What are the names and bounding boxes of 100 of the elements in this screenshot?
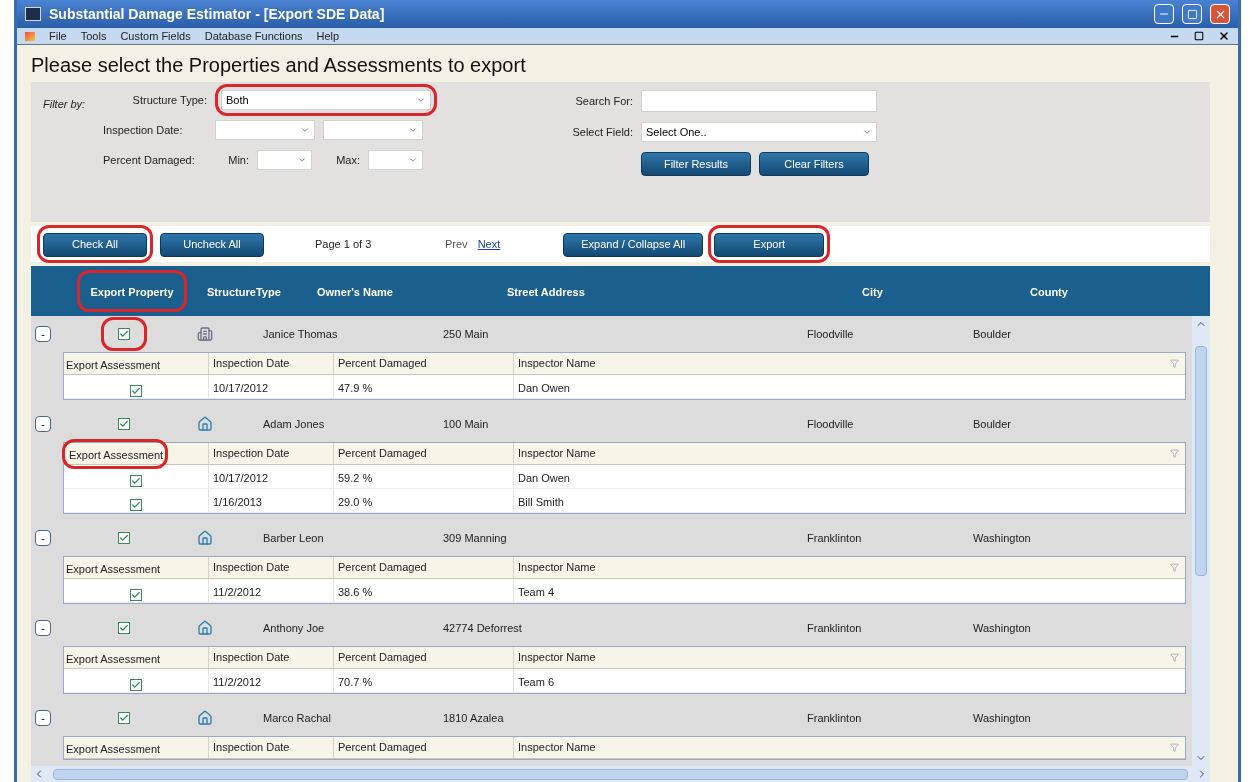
subcolumn-header[interactable]: Inspection Date xyxy=(209,355,290,372)
collapse-button[interactable]: - xyxy=(35,620,51,636)
search-field[interactable] xyxy=(641,90,877,112)
collapse-button[interactable]: - xyxy=(35,326,51,342)
subcolumn-header[interactable]: Inspector Name xyxy=(514,355,596,372)
action-button[interactable]: Expand / Collapse All xyxy=(563,232,704,257)
field-label: Max: xyxy=(335,152,360,168)
min-percent-dropdown[interactable] xyxy=(257,150,312,170)
scroll-thumb[interactable] xyxy=(53,768,1188,780)
table-cell: 29.0 % xyxy=(338,496,373,508)
subcolumn-header[interactable]: Inspector Name xyxy=(514,445,596,462)
column-header[interactable]: Street Address xyxy=(507,286,585,298)
checkbox[interactable] xyxy=(130,589,142,601)
checkbox[interactable] xyxy=(130,475,142,487)
scroll-thumb[interactable] xyxy=(1195,346,1207,576)
street-address: 250 Main xyxy=(443,326,490,342)
checkbox[interactable] xyxy=(130,385,142,397)
action-button[interactable]: Uncheck All xyxy=(160,232,264,257)
assessment-row[interactable]: 10/17/2012 59.2 % Dan Owen xyxy=(64,465,1185,489)
subcolumn-header[interactable]: Export Assessment xyxy=(64,562,161,575)
mdi-restore-icon[interactable] xyxy=(1194,31,1204,41)
max-percent-dropdown[interactable] xyxy=(368,150,423,170)
end-date-dropdown[interactable] xyxy=(323,120,423,140)
filter-icon[interactable] xyxy=(1170,359,1179,368)
county-name: Washington xyxy=(973,620,1031,636)
checkbox[interactable] xyxy=(118,712,130,724)
structure-type-dropdown[interactable]: Both xyxy=(221,90,431,110)
action-button[interactable]: Export xyxy=(714,232,825,257)
column-header[interactable]: StructureType xyxy=(207,286,281,298)
column-header[interactable]: Export Property xyxy=(90,286,174,298)
horizontal-scrollbar[interactable] xyxy=(31,766,1210,782)
column-header[interactable]: Owner's Name xyxy=(317,286,393,298)
action-button[interactable]: Clear Filters xyxy=(759,152,869,176)
table-cell: 47.9 % xyxy=(338,382,373,394)
maximize-button[interactable] xyxy=(1182,4,1202,24)
field-label: Select Field: xyxy=(571,124,633,140)
filter-icon[interactable] xyxy=(1170,653,1179,662)
property-row[interactable]: - Marco Rachal 1810 Azalea Franklinton Washington xyxy=(31,700,1192,736)
checkbox[interactable] xyxy=(118,328,130,340)
select-field-dropdown[interactable]: Select One.. xyxy=(641,122,877,142)
next-link[interactable]: Next xyxy=(477,235,501,253)
subcolumn-header[interactable]: Inspection Date xyxy=(209,739,290,756)
menu-item[interactable]: Database Functions xyxy=(204,27,303,45)
subcolumn-header[interactable]: Export Assessment xyxy=(64,358,161,371)
filter-icon[interactable] xyxy=(1170,743,1179,752)
menu-item[interactable]: Tools xyxy=(80,27,107,45)
menu-item[interactable]: Help xyxy=(316,27,340,45)
collapse-button[interactable]: - xyxy=(35,530,51,546)
close-button[interactable] xyxy=(1210,4,1230,24)
vertical-scrollbar[interactable] xyxy=(1192,316,1210,766)
subcolumn-header[interactable]: Percent Damaged xyxy=(334,649,427,666)
assessment-row[interactable]: 11/2/2012 38.6 % Team 4 xyxy=(64,579,1185,603)
subcolumn-header[interactable]: Export Assessment xyxy=(64,742,161,755)
filter-icon[interactable] xyxy=(1170,449,1179,458)
collapse-button[interactable]: - xyxy=(35,416,51,432)
subcolumn-header[interactable]: Export Assessment xyxy=(64,652,161,665)
assessment-row[interactable]: 10/17/2012 47.9 % Dan Owen xyxy=(64,375,1185,399)
checkbox[interactable] xyxy=(130,679,142,691)
menu-item[interactable]: Custom Fields xyxy=(120,27,191,45)
assessment-row[interactable]: 11/2/2012 70.7 % Team 6 xyxy=(64,669,1185,693)
table-cell: 38.6 % xyxy=(338,586,373,598)
maximize-icon xyxy=(1186,8,1198,20)
menu-item[interactable]: File xyxy=(49,27,67,45)
subcolumn-header[interactable]: Percent Damaged xyxy=(334,355,427,372)
subcolumn-header[interactable]: Percent Damaged xyxy=(334,445,427,462)
prev-link[interactable]: Prev xyxy=(445,235,468,253)
subcolumn-header[interactable]: Inspection Date xyxy=(209,445,290,462)
filter-icon[interactable] xyxy=(1170,563,1179,572)
collapse-button[interactable]: - xyxy=(35,710,51,726)
column-header[interactable]: City xyxy=(862,286,883,298)
property-row[interactable]: - Anthony Joe 42774 Deforrest Franklinton Washington xyxy=(31,610,1192,646)
subcolumn-header[interactable]: Percent Damaged xyxy=(334,739,427,756)
table-cell: Dan Owen xyxy=(518,382,570,394)
start-date-dropdown[interactable] xyxy=(215,120,315,140)
mdi-close-icon[interactable] xyxy=(1218,30,1230,42)
checkbox[interactable] xyxy=(118,532,130,544)
action-button[interactable]: Check All xyxy=(43,232,147,257)
column-header[interactable]: County xyxy=(1030,286,1068,298)
city-name: Franklinton xyxy=(807,530,863,546)
subcolumn-header[interactable]: Inspector Name xyxy=(514,559,596,576)
subcolumn-header[interactable]: Export Assessment xyxy=(67,448,164,461)
action-button[interactable]: Filter Results xyxy=(641,152,751,176)
property-row[interactable]: - Adam Jones 100 Main Floodville Boulder xyxy=(31,406,1192,442)
table-cell: Dan Owen xyxy=(518,472,570,484)
checkbox[interactable] xyxy=(118,418,130,430)
app-menu-icon[interactable] xyxy=(25,31,35,41)
minimize-button[interactable] xyxy=(1154,4,1174,24)
subcolumn-header[interactable]: Inspector Name xyxy=(514,739,596,756)
property-row[interactable]: - Barber Leon 309 Manning Franklinton Washington xyxy=(31,520,1192,556)
county-name: Boulder xyxy=(973,326,1011,342)
checkbox[interactable] xyxy=(118,622,130,634)
assessment-row[interactable]: 1/16/2013 29.0 % Bill Smith xyxy=(64,489,1185,513)
county-name: Washington xyxy=(973,530,1031,546)
subcolumn-header[interactable]: Inspection Date xyxy=(209,559,290,576)
table-cell: 1/16/2013 xyxy=(213,496,262,508)
subcolumn-header[interactable]: Percent Damaged xyxy=(334,559,427,576)
subcolumn-header[interactable]: Inspector Name xyxy=(514,649,596,666)
owner-name: Janice Thomas xyxy=(263,326,339,342)
subcolumn-header[interactable]: Inspection Date xyxy=(209,649,290,666)
checkbox[interactable] xyxy=(130,499,142,511)
